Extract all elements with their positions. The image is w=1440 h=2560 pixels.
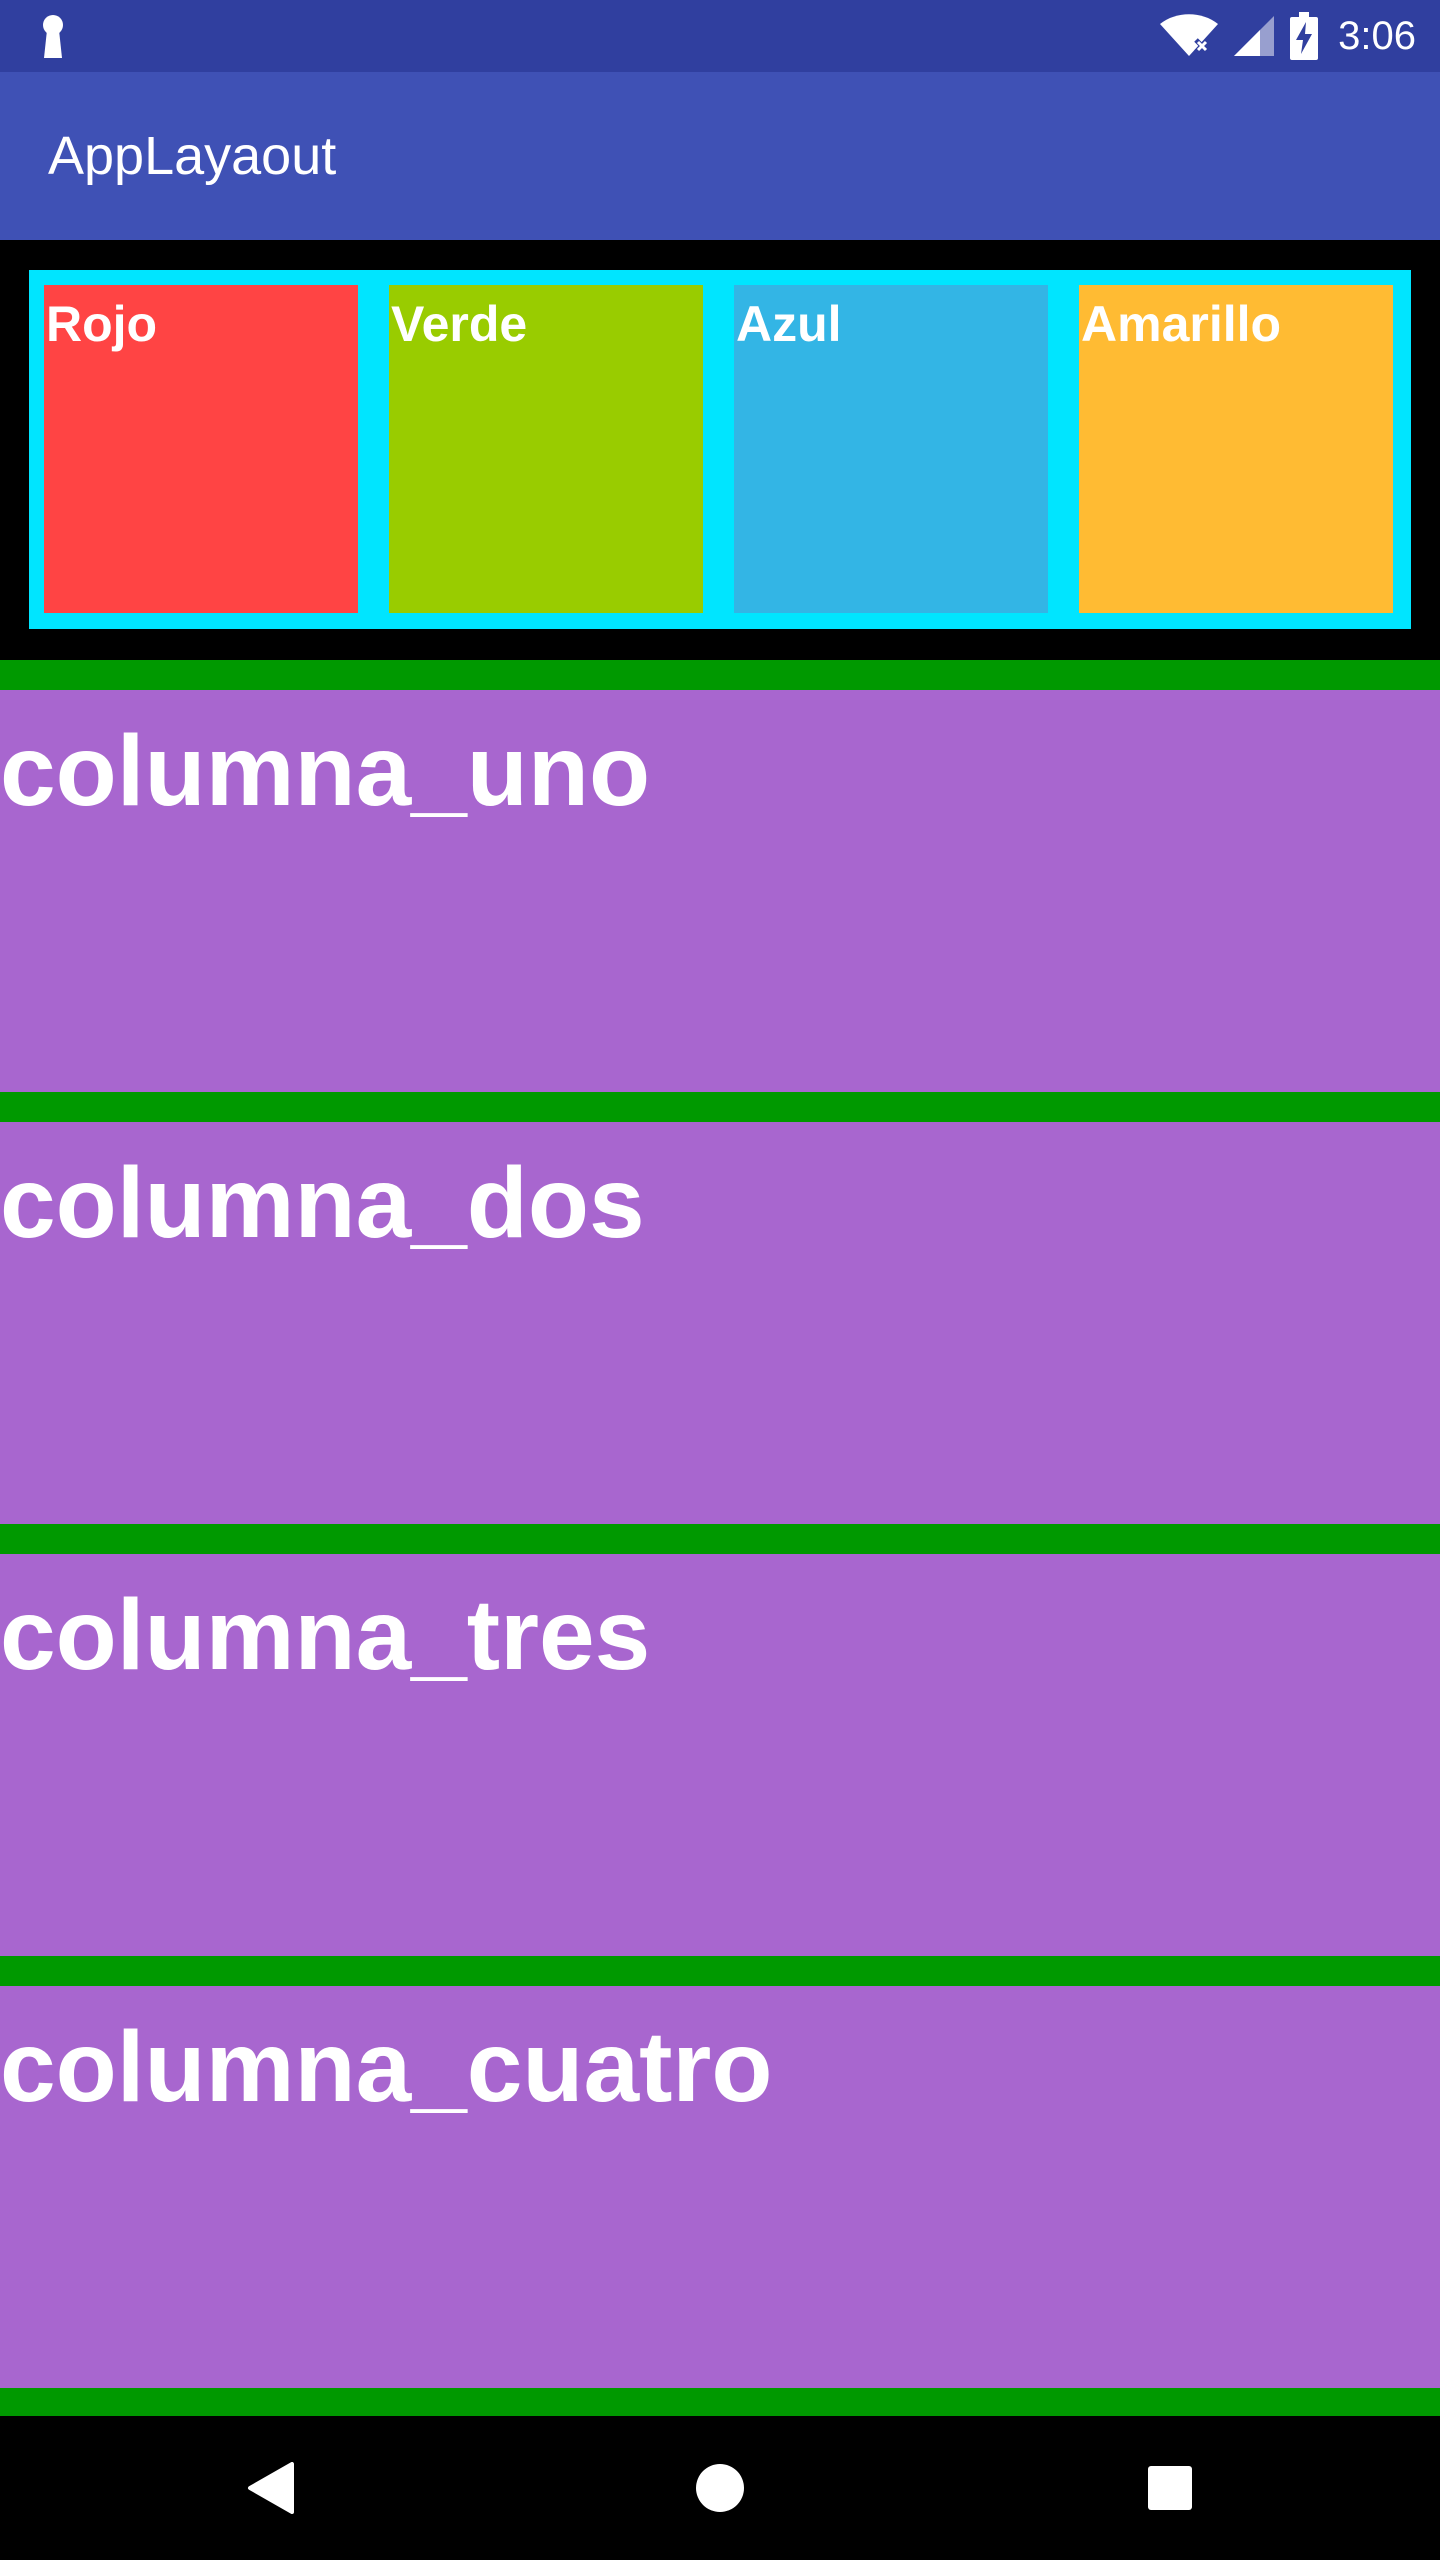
recents-button[interactable] [1134,2452,1206,2524]
recents-icon [1148,2466,1192,2510]
keyhole-icon [43,15,63,58]
wifi-off-icon [1160,14,1219,56]
back-icon [248,2462,294,2514]
divider [0,1092,1440,1122]
column-label-cuatro: columna_cuatro [0,2011,773,2123]
color-box-rojo: Rojo [44,285,358,613]
color-box-verde: Verde [389,285,703,613]
screen: 3:06 AppLayaout Rojo Verde Azul Amarillo… [0,0,1440,2560]
status-icons: 3:06 [1160,0,1416,72]
column-label-tres: columna_tres [0,1579,651,1691]
home-button[interactable] [684,2452,756,2524]
column-block-tres: columna_tres [0,1554,1440,1956]
color-row: Rojo Verde Azul Amarillo [29,270,1411,629]
cell-signal-icon [1234,16,1275,56]
divider [0,1524,1440,1554]
color-label-amarillo: Amarillo [1081,296,1282,352]
status-bar: 3:06 [0,0,1440,72]
column-label-uno: columna_uno [0,715,651,827]
app-bar: AppLayaout [0,72,1440,240]
color-box-azul: Azul [734,285,1048,613]
color-label-rojo: Rojo [46,296,158,352]
status-time: 3:06 [1338,13,1416,58]
color-label-azul: Azul [736,296,842,352]
column-block-cuatro: columna_cuatro [0,1986,1440,2388]
content-area: Rojo Verde Azul Amarillo columna_uno col… [0,240,1440,2416]
color-label-verde: Verde [391,296,528,352]
home-icon [696,2464,744,2512]
navigation-bar [0,2416,1440,2560]
divider [0,2388,1440,2416]
color-box-amarillo: Amarillo [1079,285,1393,613]
divider [0,660,1440,690]
column-block-uno: columna_uno [0,690,1440,1092]
battery-charging-icon [1290,12,1319,60]
divider [0,1956,1440,1986]
column-block-dos: columna_dos [0,1122,1440,1524]
back-button[interactable] [234,2452,306,2524]
column-label-dos: columna_dos [0,1147,645,1259]
app-title: AppLayaout [48,126,337,186]
